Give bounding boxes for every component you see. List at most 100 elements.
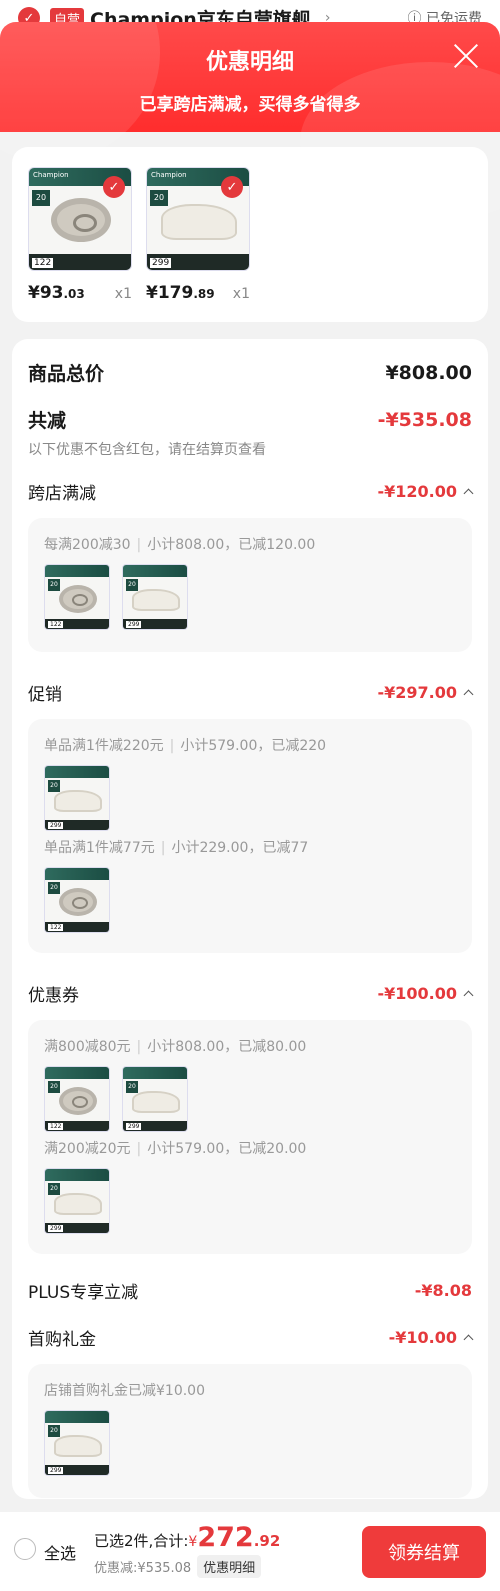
product-thumb-row: 20 122 20 299 — [44, 564, 456, 630]
promo-badge: 20 — [150, 190, 168, 206]
product-thumb[interactable]: 20 299 — [122, 564, 188, 630]
chevron-up-icon[interactable] — [463, 689, 474, 700]
discount-detail-button[interactable]: 优惠明细 — [197, 1555, 262, 1578]
sneaker-image — [54, 1435, 102, 1457]
rule-name: 满800减80元 — [44, 1039, 131, 1055]
sneaker-image — [54, 790, 102, 812]
waist-bag-image — [51, 198, 111, 242]
section-amount: -¥297.00 — [377, 683, 457, 702]
rule-subtotal: 小计808.00，已减80.00 — [147, 1039, 307, 1055]
section-detail-box: 每满200减30 | 小计808.00，已减120.00 20 122 20 299 — [28, 518, 472, 652]
section-amount: -¥100.00 — [377, 984, 457, 1003]
thumb-price: 299 — [48, 1225, 64, 1232]
thumb-banner — [123, 565, 187, 577]
thumb-banner — [123, 1067, 187, 1079]
promo-badge: 20 — [48, 579, 60, 591]
product-thumb[interactable]: 20 122 — [44, 1066, 110, 1132]
rule-name: 每满200减30 — [44, 537, 131, 553]
thumb-banner — [45, 766, 109, 778]
selected-check-icon[interactable]: ✓ — [221, 176, 243, 198]
rule-text: 单品满1件减220元 | 小计579.00，已减220 — [44, 735, 456, 755]
total-value: ¥808.00 — [385, 361, 472, 384]
product-thumb[interactable]: 20 122 — [44, 867, 110, 933]
thumb-price: 299 — [126, 1123, 142, 1130]
product-thumb[interactable]: 20 299 — [44, 1410, 110, 1476]
total-label: 商品总价 — [28, 363, 105, 385]
section-label: PLUS专享立减 — [28, 1283, 139, 1303]
selected-check-icon[interactable]: ✓ — [103, 176, 125, 198]
header-decoration — [0, 22, 160, 162]
promo-badge: 20 — [48, 1425, 60, 1437]
product-image[interactable]: Champion 20 299 ✓ — [146, 167, 250, 271]
discount-note: 以下优惠不包含红包，请在结算页查看 — [28, 442, 266, 458]
separator: | — [136, 1039, 142, 1055]
product-thumb-row: 20 299 — [44, 1168, 456, 1234]
section-amount: -¥8.08 — [414, 1281, 472, 1300]
section-value: -¥297.00 — [377, 683, 474, 702]
sneaker-image — [161, 204, 237, 240]
rule-subtotal: 小计579.00，已减220 — [180, 738, 327, 754]
rule-subtotal: 小计229.00，已减77 — [171, 840, 309, 856]
sheet-header: 优惠明细 已享跨店满减，买得多省得多 — [0, 22, 500, 222]
section-value: -¥100.00 — [377, 984, 474, 1003]
checkout-summary: 已选2件,合计: ¥ 272 .92 优惠减:¥535.08 优惠明细 — [94, 1522, 280, 1578]
product-image[interactable]: Champion 20 122 ✓ — [28, 167, 132, 271]
product-price-int: ¥93 — [28, 283, 64, 303]
brand-logo: Champion — [33, 171, 69, 179]
section-promotion[interactable]: 促销 -¥297.00 — [28, 680, 474, 705]
thumb-banner — [45, 1411, 109, 1423]
promo-badge: 20 — [32, 190, 50, 206]
chevron-up-icon[interactable] — [463, 488, 474, 499]
promo-badge: 20 — [48, 1081, 60, 1093]
product-thumb-row: 20 299 — [44, 765, 456, 831]
total-row: 商品总价 ¥808.00 — [28, 359, 472, 386]
product-thumb[interactable]: 20 299 — [44, 1168, 110, 1234]
rule-name: 单品满1件减220元 — [44, 738, 164, 754]
product-thumb[interactable]: 20 299 — [122, 1066, 188, 1132]
promo-badge: 20 — [126, 1081, 138, 1093]
product-thumb[interactable]: 20 299 — [44, 765, 110, 831]
product-price-dec: .89 — [193, 287, 215, 301]
checkout-button[interactable]: 领券结算 — [362, 1526, 486, 1578]
chevron-up-icon[interactable] — [463, 990, 474, 1001]
product-thumb-row: 20 122 20 299 — [44, 1066, 456, 1132]
thumb-price: 299 — [48, 822, 64, 829]
section-coupon[interactable]: 优惠券 -¥100.00 — [28, 981, 474, 1006]
thumb-price: 299 — [126, 621, 142, 628]
chevron-up-icon[interactable] — [463, 1334, 474, 1345]
promo-badge: 20 — [48, 780, 60, 792]
total-discount-value: -¥535.08 — [377, 408, 472, 431]
product-item[interactable]: Champion 20 299 ✓ ¥179 .89 x1 — [146, 167, 250, 303]
select-all-label[interactable]: 全选 — [44, 1540, 76, 1564]
thumb-price: 122 — [48, 924, 64, 931]
promo-badge: 20 — [126, 579, 138, 591]
waist-bag-image — [59, 585, 97, 613]
section-detail-box: 店铺首购礼金已减¥10.00 20 299 — [28, 1364, 472, 1498]
product-qty: x1 — [232, 286, 250, 302]
separator: | — [169, 738, 175, 754]
section-first-gift[interactable]: 首购礼金 -¥10.00 — [28, 1325, 474, 1350]
product-info: ¥179 .89 x1 — [146, 283, 250, 303]
total-discount-row: 共减 -¥535.08 — [28, 406, 472, 433]
product-item[interactable]: Champion 20 122 ✓ ¥93 .03 x1 — [28, 167, 132, 303]
select-all-radio[interactable] — [14, 1538, 36, 1560]
waist-bag-image — [59, 1087, 97, 1115]
rule-name: 单品满1件减77元 — [44, 840, 155, 856]
section-detail-box: 满800减80元 | 小计808.00，已减80.00 20 122 20 299 满2… — [28, 1020, 472, 1254]
brand-logo: Champion — [151, 171, 187, 179]
close-icon[interactable] — [452, 42, 480, 70]
section-value: -¥120.00 — [377, 482, 474, 501]
separator: | — [136, 537, 142, 553]
section-label: 跨店满减 — [28, 484, 96, 504]
checkout-bar: 全选 已选2件,合计: ¥ 272 .92 优惠减:¥535.08 优惠明细 领… — [0, 1512, 500, 1591]
discount-detail-card: 商品总价 ¥808.00 共减 -¥535.08 以下优惠不包含红包，请在结算页… — [12, 339, 488, 1499]
rule-text: 每满200减30 | 小计808.00，已减120.00 — [44, 534, 456, 554]
separator: | — [160, 840, 166, 856]
product-thumb[interactable]: 20 122 — [44, 564, 110, 630]
thumb-price: 299 — [150, 258, 172, 268]
product-info: ¥93 .03 x1 — [28, 283, 132, 303]
section-cross-store[interactable]: 跨店满减 -¥120.00 — [28, 479, 474, 504]
rule-text: 单品满1件减77元 | 小计229.00，已减77 — [44, 837, 456, 857]
thumb-price: 299 — [48, 1467, 64, 1474]
promo-badge: 20 — [48, 882, 60, 894]
